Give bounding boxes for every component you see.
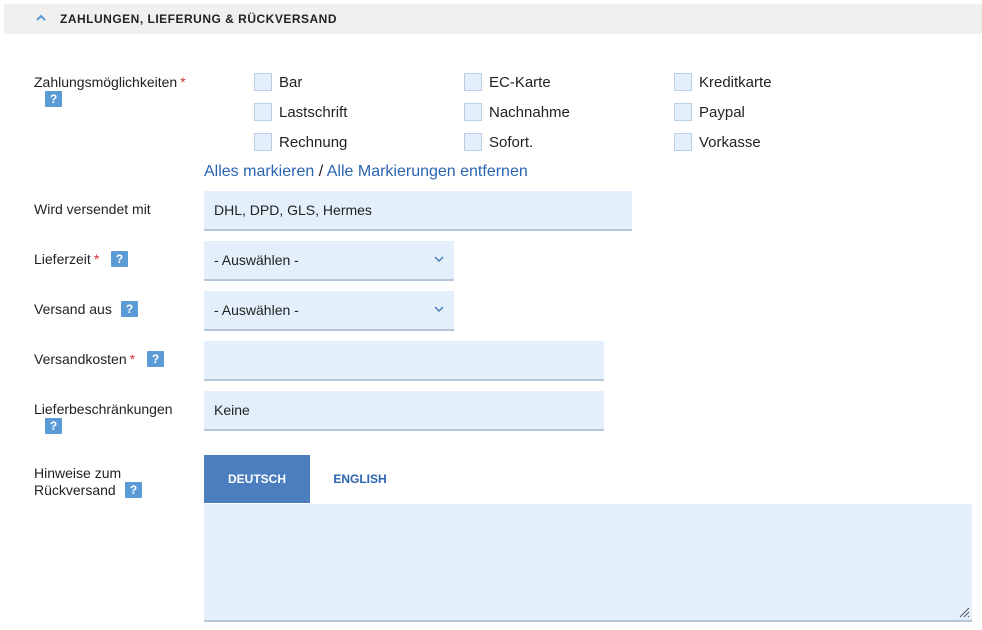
help-icon[interactable]: ? xyxy=(125,482,142,498)
checkbox-nachnahme[interactable]: Nachnahme xyxy=(464,103,570,121)
chevron-up-icon[interactable] xyxy=(36,14,46,22)
mark-links: Alles markieren / Alle Markierungen entf… xyxy=(204,163,528,181)
checkbox-sofort[interactable]: Sofort. xyxy=(464,133,533,151)
shipping-cost-label: Versandkosten * xyxy=(34,351,136,367)
resize-handle-icon[interactable] xyxy=(958,606,970,618)
checkbox-label: Bar xyxy=(279,73,303,91)
shipping-carrier-label: Wird versendet mit xyxy=(34,201,151,217)
tab-deutsch[interactable]: DEUTSCH xyxy=(204,455,310,503)
checkbox-box[interactable] xyxy=(674,133,692,151)
checkbox-box[interactable] xyxy=(254,103,272,121)
ships-from-label: Versand aus xyxy=(34,301,112,317)
delivery-time-label: Lieferzeit * xyxy=(34,251,100,267)
checkbox-label: Nachnahme xyxy=(489,103,570,121)
checkbox-paypal[interactable]: Paypal xyxy=(674,103,745,121)
return-notes-label-line1: Hinweise zum xyxy=(34,465,122,481)
chevron-down-icon xyxy=(434,306,444,312)
checkbox-box[interactable] xyxy=(674,73,692,91)
required-mark: * xyxy=(180,74,186,90)
checkbox-label: Rechnung xyxy=(279,133,348,151)
select-all-link[interactable]: Alles markieren xyxy=(204,163,314,180)
checkbox-rechnung[interactable]: Rechnung xyxy=(254,133,347,151)
delivery-restrictions-label: Lieferbeschränkungen xyxy=(34,401,173,417)
ships-from-select[interactable]: - Auswählen - xyxy=(204,291,454,331)
help-icon[interactable]: ? xyxy=(45,418,62,434)
help-icon[interactable]: ? xyxy=(111,251,128,267)
checkbox-kreditkarte[interactable]: Kreditkarte xyxy=(674,73,772,91)
checkbox-label: Paypal xyxy=(699,103,745,121)
chevron-down-icon xyxy=(434,256,444,262)
checkbox-box[interactable] xyxy=(254,133,272,151)
return-notes-label-line2: Rückversand xyxy=(34,482,116,498)
required-mark: * xyxy=(129,351,136,367)
delivery-time-value: - Auswählen - xyxy=(214,252,299,268)
help-icon[interactable]: ? xyxy=(121,301,138,317)
checkbox-lastschrift[interactable]: Lastschrift xyxy=(254,103,347,121)
checkbox-bar[interactable]: Bar xyxy=(254,73,302,91)
shipping-carrier-input[interactable]: DHL, DPD, GLS, Hermes xyxy=(204,191,632,231)
checkbox-box[interactable] xyxy=(464,73,482,91)
section-header[interactable]: ZAHLUNGEN, LIEFERUNG & RÜCKVERSAND xyxy=(4,4,982,34)
ships-from-value: - Auswählen - xyxy=(214,302,299,318)
checkbox-label: Lastschrift xyxy=(279,103,348,121)
checkbox-box[interactable] xyxy=(464,103,482,121)
section-title: ZAHLUNGEN, LIEFERUNG & RÜCKVERSAND xyxy=(60,12,338,26)
help-icon[interactable]: ? xyxy=(147,351,164,367)
checkbox-vorkasse[interactable]: Vorkasse xyxy=(674,133,761,151)
checkbox-box[interactable] xyxy=(674,103,692,121)
shipping-cost-input[interactable] xyxy=(204,341,604,381)
checkbox-label: Sofort. xyxy=(489,133,534,151)
checkbox-label: EC-Karte xyxy=(489,73,551,91)
help-icon[interactable]: ? xyxy=(45,91,62,107)
checkbox-ec-karte[interactable]: EC-Karte xyxy=(464,73,551,91)
delivery-restrictions-value: Keine xyxy=(214,402,250,418)
tab-english[interactable]: ENGLISH xyxy=(314,455,406,503)
link-separator: / xyxy=(318,163,324,180)
checkbox-label: Kreditkarte xyxy=(699,73,772,91)
shipping-carrier-value: DHL, DPD, GLS, Hermes xyxy=(214,202,372,218)
required-mark: * xyxy=(93,251,100,267)
checkbox-box[interactable] xyxy=(464,133,482,151)
deselect-all-link[interactable]: Alle Markierungen entfernen xyxy=(327,163,528,180)
checkbox-label: Vorkasse xyxy=(699,133,761,151)
payment-label: Zahlungsmöglichkeiten * xyxy=(34,74,186,90)
delivery-restrictions-input[interactable]: Keine xyxy=(204,391,604,431)
checkbox-box[interactable] xyxy=(254,73,272,91)
return-notes-textarea[interactable] xyxy=(204,504,972,622)
delivery-time-select[interactable]: - Auswählen - xyxy=(204,241,454,281)
